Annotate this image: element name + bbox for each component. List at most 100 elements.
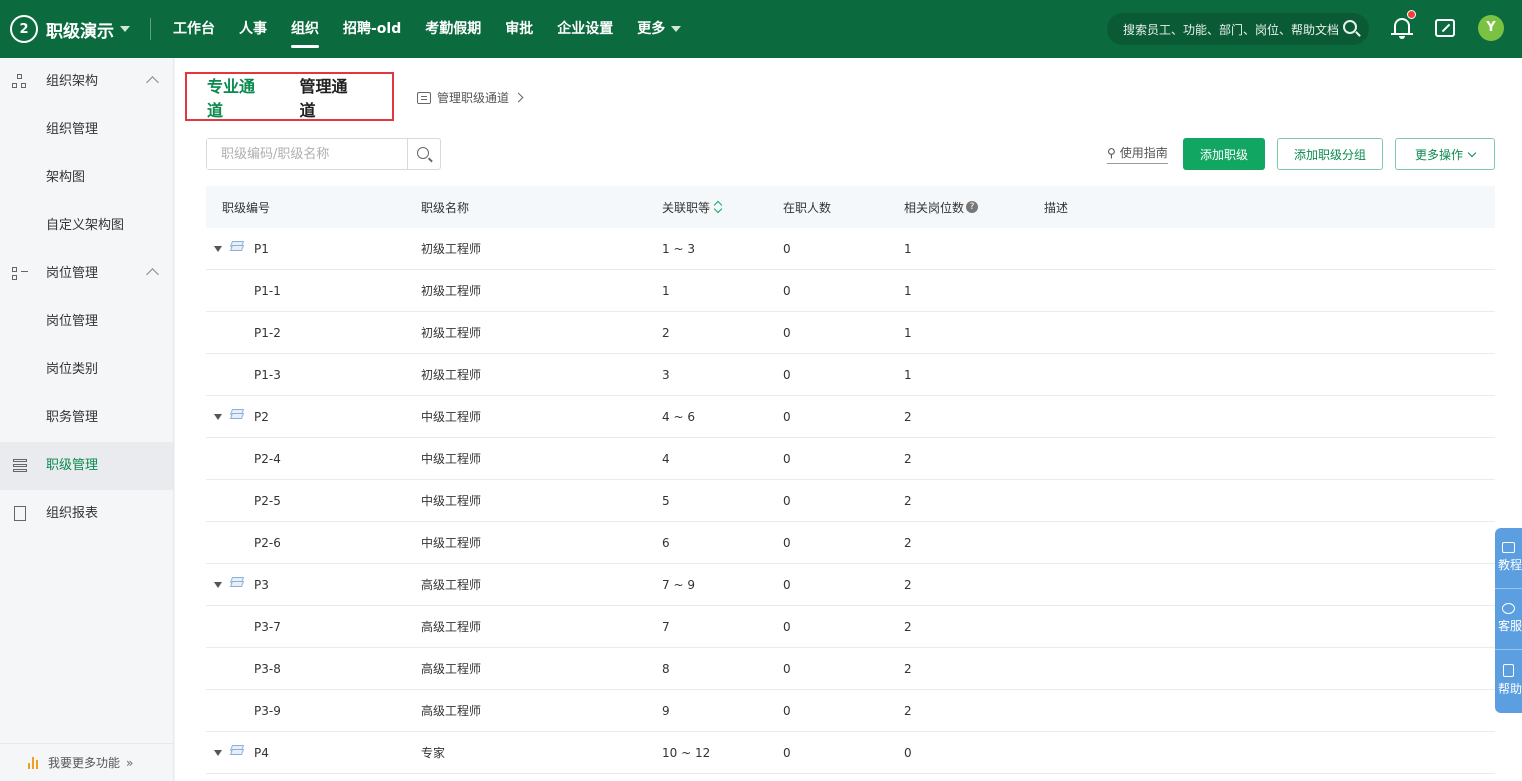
layers-icon xyxy=(229,745,245,757)
search-button[interactable] xyxy=(407,139,440,169)
cell-grade: 10 ~ 12 xyxy=(662,745,711,760)
more-actions-button[interactable]: 更多操作 xyxy=(1395,138,1495,170)
sidebar-item-org-report[interactable]: 组织报表 xyxy=(0,490,173,538)
cell-code: P3-8 xyxy=(254,661,281,676)
table-group-row[interactable]: P1 初级工程师 1 ~ 3 0 1 xyxy=(206,228,1495,270)
chevron-down-icon xyxy=(671,26,682,32)
nav-hr[interactable]: 人事 xyxy=(227,0,279,58)
sidebar-item-custom-chart[interactable]: 自定义架构图 xyxy=(0,202,173,250)
header-grade-label: 关联职等 xyxy=(662,200,711,215)
cell-code: P3 xyxy=(254,577,269,592)
table-row[interactable]: P1-1 初级工程师 1 0 1 xyxy=(206,270,1495,312)
tutorial-button[interactable]: 教程 xyxy=(1495,528,1522,589)
sidebar-item-org-chart[interactable]: 架构图 xyxy=(0,154,173,202)
cell-staff: 0 xyxy=(783,745,791,760)
sidebar-group-label: 组织架构 xyxy=(46,74,99,89)
edit-icon[interactable] xyxy=(1433,16,1457,40)
table-row[interactable]: P3-9 高级工程师 9 0 2 xyxy=(206,690,1495,732)
cell-posts: 1 xyxy=(904,367,912,382)
caret-down-icon[interactable] xyxy=(214,414,222,420)
table-row[interactable]: P2-5 中级工程师 5 0 2 xyxy=(206,480,1495,522)
cell-code: P2-4 xyxy=(254,451,281,466)
caret-down-icon[interactable] xyxy=(214,246,222,252)
nav-settings[interactable]: 企业设置 xyxy=(545,0,625,58)
cell-code: P3-7 xyxy=(254,619,281,634)
nav-more[interactable]: 更多 xyxy=(625,0,693,58)
add-rank-group-button[interactable]: 添加职级分组 xyxy=(1277,138,1383,170)
table-row[interactable]: P2-6 中级工程师 6 0 2 xyxy=(206,522,1495,564)
nav-attendance[interactable]: 考勤假期 xyxy=(413,0,493,58)
tab-professional[interactable]: 专业通道 xyxy=(207,73,260,121)
cell-name: 中级工程师 xyxy=(421,410,482,424)
cell-grade: 1 xyxy=(662,283,670,298)
header-name: 职级名称 xyxy=(421,200,470,215)
table-row[interactable]: P3-7 高级工程师 7 0 2 xyxy=(206,606,1495,648)
cell-posts: 2 xyxy=(904,451,912,466)
sort-icon[interactable] xyxy=(714,201,722,213)
sidebar-item-duty-management[interactable]: 职务管理 xyxy=(0,394,173,442)
table-row[interactable]: P3-8 高级工程师 8 0 2 xyxy=(206,648,1495,690)
table-group-row[interactable]: P2 中级工程师 4 ~ 6 0 2 xyxy=(206,396,1495,438)
sidebar-item-rank-management[interactable]: 职级管理 xyxy=(0,442,173,490)
more-actions-label: 更多操作 xyxy=(1414,147,1463,162)
caret-down-icon[interactable] xyxy=(214,750,222,756)
help-button[interactable]: 帮助 xyxy=(1495,650,1522,711)
cell-staff: 0 xyxy=(783,661,791,676)
layers-icon xyxy=(229,241,245,253)
document-icon xyxy=(1503,664,1514,677)
table-group-row[interactable]: P3 高级工程师 7 ~ 9 0 2 xyxy=(206,564,1495,606)
cell-name: 高级工程师 xyxy=(421,662,482,676)
table-row[interactable]: P2-4 中级工程师 4 0 2 xyxy=(206,438,1495,480)
customer-service-label: 客服 xyxy=(1498,619,1522,633)
usage-guide-link[interactable]: ⚲ 使用指南 xyxy=(1107,144,1168,164)
report-icon xyxy=(12,506,28,522)
nav-workbench[interactable]: 工作台 xyxy=(161,0,227,58)
cell-posts: 2 xyxy=(904,703,912,718)
nav-organization[interactable]: 组织 xyxy=(279,0,331,58)
chevron-up-icon[interactable] xyxy=(146,76,159,89)
table-row[interactable]: P1-2 初级工程师 2 0 1 xyxy=(206,312,1495,354)
cell-staff: 0 xyxy=(783,619,791,634)
list-icon xyxy=(12,458,28,474)
cell-staff: 0 xyxy=(783,283,791,298)
rank-search xyxy=(206,138,441,170)
sidebar-group-position[interactable]: 岗位管理 xyxy=(0,250,173,298)
layers-icon xyxy=(229,409,245,421)
more-features-link[interactable]: 我要更多功能 » xyxy=(0,743,173,781)
app-switcher[interactable]: 2 职级演示 xyxy=(0,15,150,43)
table-header: 职级编号 职级名称 关联职等 在职人数 相关岗位数? 描述 xyxy=(206,186,1495,228)
nav-approval[interactable]: 审批 xyxy=(493,0,545,58)
table-group-row[interactable]: P4 专家 10 ~ 12 0 0 xyxy=(206,732,1495,774)
cell-staff: 0 xyxy=(783,535,791,550)
sidebar-item-position-category[interactable]: 岗位类别 xyxy=(0,346,173,394)
rank-table: 职级编号 职级名称 关联职等 在职人数 相关岗位数? 描述 P1 初级工程师 1 ~… xyxy=(206,186,1495,774)
floating-help-panel: 教程 客服 帮助 xyxy=(1495,528,1522,713)
search-icon[interactable] xyxy=(1343,20,1357,34)
rank-search-input[interactable] xyxy=(207,139,407,169)
tab-management[interactable]: 管理通道 xyxy=(300,73,353,121)
help-icon[interactable]: ? xyxy=(966,201,979,213)
add-rank-button[interactable]: 添加职级 xyxy=(1183,138,1265,170)
cell-code: P4 xyxy=(254,745,269,760)
sidebar-item-org-management[interactable]: 组织管理 xyxy=(0,106,173,154)
list-box-icon xyxy=(417,91,431,104)
caret-down-icon[interactable] xyxy=(214,582,222,588)
more-features-label: 我要更多功能 xyxy=(48,756,121,770)
manage-channels-link[interactable]: 管理职级通道 xyxy=(417,89,524,106)
global-search-input[interactable]: 搜索员工、功能、部门、岗位、帮助文档 xyxy=(1107,13,1369,45)
tutorial-label: 教程 xyxy=(1498,558,1522,572)
table-body: P1 初级工程师 1 ~ 3 0 1 P1-1 初级工程师 1 0 1 P1-2 初级工程师 2 0 1 P1… xyxy=(206,228,1495,774)
sidebar-group-org-structure[interactable]: 组织架构 xyxy=(0,58,173,106)
customer-service-button[interactable]: 客服 xyxy=(1495,589,1522,650)
cell-name: 高级工程师 xyxy=(421,704,482,718)
cell-name: 高级工程师 xyxy=(421,578,482,592)
table-row[interactable]: P1-3 初级工程师 3 0 1 xyxy=(206,354,1495,396)
nav-recruit[interactable]: 招聘-old xyxy=(331,0,413,58)
header-grade[interactable]: 关联职等 xyxy=(662,199,722,216)
cell-staff: 0 xyxy=(783,241,791,256)
avatar[interactable]: Y xyxy=(1478,15,1504,41)
header-desc: 描述 xyxy=(1044,200,1069,215)
chevron-up-icon[interactable] xyxy=(146,268,159,281)
sidebar-item-position-management[interactable]: 岗位管理 xyxy=(0,298,173,346)
bell-icon[interactable] xyxy=(1390,10,1416,40)
